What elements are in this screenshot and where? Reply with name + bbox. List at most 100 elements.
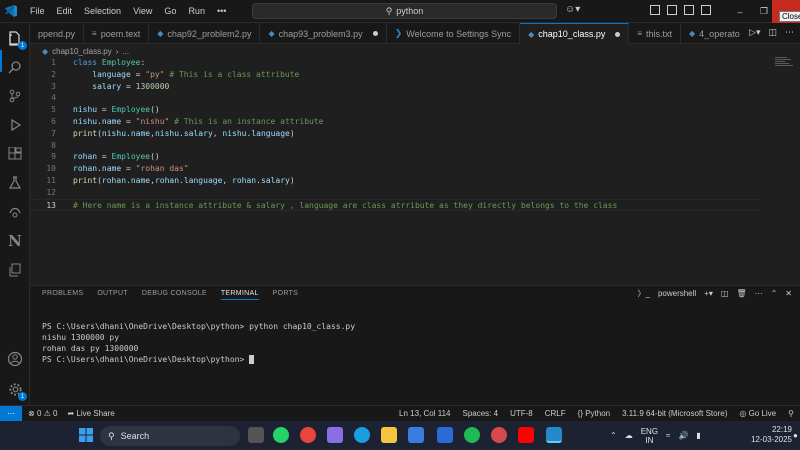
kill-terminal-icon[interactable]: 🗑 [736, 289, 746, 298]
minimap[interactable] [775, 57, 795, 77]
menu-run[interactable]: Run [182, 0, 211, 23]
cursor-position[interactable]: Ln 13, Col 114 [399, 409, 450, 418]
code-line[interactable]: 12 [30, 187, 760, 199]
source-control-icon[interactable] [5, 86, 25, 106]
copy-pages-icon[interactable] [5, 260, 25, 280]
code-line[interactable]: 2 language = "py" # This is a class attr… [30, 69, 760, 81]
run-python-file-icon[interactable]: ▷▾ [749, 27, 760, 38]
taskbar-clock[interactable]: 22:19 12-03-2025 [748, 425, 792, 445]
tab-welcome-settings-sync[interactable]: ❯ Welcome to Settings Sync [387, 23, 521, 44]
menu-edit[interactable]: Edit [51, 0, 79, 23]
toggle-primary-sidebar-icon[interactable] [650, 5, 660, 15]
menu-view[interactable]: View [127, 0, 158, 23]
remote-explorer-icon[interactable] [5, 202, 25, 222]
code-line[interactable]: 13 # Here name is a instance attribute & … [30, 198, 760, 211]
breadcrumb-file[interactable]: chap10_class.py [52, 47, 112, 56]
remote-indicator-icon[interactable]: ⋯ [0, 405, 22, 422]
toggle-secondary-sidebar-icon[interactable] [684, 5, 694, 15]
cloud-icon[interactable]: ☁ [625, 431, 633, 440]
go-live[interactable]: ◎ Go Live [739, 409, 776, 418]
tab-output[interactable]: OUTPUT [97, 290, 128, 300]
code-line[interactable]: 9 rohan = Employee() [30, 151, 760, 163]
youtube-icon[interactable] [518, 427, 534, 443]
copilot-app-icon[interactable] [327, 427, 343, 443]
notion-n-icon[interactable]: N [5, 231, 25, 251]
split-editor-icon[interactable]: ◫ [768, 27, 777, 38]
indentation[interactable]: Spaces: 4 [463, 409, 499, 418]
battery-icon[interactable]: ▮ [696, 431, 700, 440]
unsaved-dot-icon[interactable] [615, 31, 621, 37]
tab-ppend[interactable]: ppend.py [30, 23, 85, 44]
chrome-icon[interactable] [300, 427, 316, 443]
tab-this-txt[interactable]: ≡ this.txt [629, 23, 682, 44]
menu-more[interactable]: ••• [211, 0, 232, 23]
live-share-status[interactable]: ➦ Live Share [67, 409, 114, 418]
code-line[interactable]: 7 print(nishu.name,nishu.salary, nishu.la… [30, 128, 760, 140]
taskbar-search[interactable]: ⚲ Search [100, 426, 240, 446]
customize-layout-icon[interactable] [701, 5, 711, 15]
language-mode[interactable]: {} Python [578, 409, 610, 418]
code-line[interactable]: 4 [30, 92, 760, 104]
testing-flask-icon[interactable] [5, 173, 25, 193]
run-debug-icon[interactable] [5, 115, 25, 135]
breadcrumb-more[interactable]: ... [122, 47, 129, 56]
code-line[interactable]: 6 nishu.name = "nishu" # This is an insta… [30, 116, 760, 128]
code-line[interactable]: 8 [30, 140, 760, 152]
wifi-icon[interactable]: ≈ [666, 431, 670, 440]
tab-terminal[interactable]: TERMINAL [220, 290, 259, 300]
explorer-icon[interactable]: 1 [5, 28, 27, 50]
new-terminal-icon[interactable]: +▾ [704, 289, 713, 298]
tray-chevron-up-icon[interactable]: ⌃ [610, 431, 617, 440]
tab-debug-console[interactable]: DEBUG CONSOLE [142, 290, 207, 300]
whatsapp-icon[interactable] [273, 427, 289, 443]
python-interpreter[interactable]: 3.11.9 64-bit (Microsoft Store) [622, 409, 727, 418]
close-panel-icon[interactable]: ✕ [785, 289, 792, 298]
tab-operators[interactable]: ◆ 4_operato [681, 23, 748, 44]
notification-center-icon[interactable]: ● [793, 431, 798, 440]
unsaved-dot-icon[interactable] [372, 31, 378, 36]
code-line[interactable]: 11 print(rohan.name,rohan.language, rohan… [30, 175, 760, 187]
copilot-icon[interactable]: ☺▾ [565, 4, 580, 15]
more-actions-icon[interactable]: ⋯ [785, 27, 794, 38]
chevron-up-icon[interactable]: ⌃ [771, 289, 778, 298]
search-sidebar-icon[interactable] [5, 57, 25, 77]
terminal-shell-name[interactable]: powershell [658, 289, 696, 298]
language-indicator[interactable]: ENG IN [641, 427, 658, 445]
problems-status[interactable]: ⊗ 0 ⚠ 0 [28, 409, 57, 418]
account-icon[interactable] [5, 349, 25, 369]
file-explorer-icon[interactable] [381, 427, 397, 443]
code-line[interactable]: 3 salary = 1300000 [30, 81, 760, 93]
speaker-icon[interactable]: 🔊 [678, 431, 688, 440]
vscode-taskbar-icon[interactable] [546, 427, 562, 443]
spotify-icon[interactable] [464, 427, 480, 443]
tab-chap92[interactable]: ◆ chap92_problem2.py [149, 23, 261, 44]
task-view-icon[interactable] [248, 427, 264, 443]
tab-poem[interactable]: ≡ poem.text [84, 23, 150, 44]
menu-selection[interactable]: Selection [78, 0, 127, 23]
minimize-button[interactable]: – [728, 0, 752, 23]
code-line[interactable]: 1 class Employee: [30, 57, 760, 69]
code-editor[interactable]: 1 class Employee: 2 language = "py" # This… [30, 57, 800, 285]
code-line[interactable]: 10 rohan.name = "rohan das" [30, 163, 760, 175]
tab-ports[interactable]: PORTS [273, 290, 299, 300]
more-actions-icon[interactable]: ⋯ [755, 289, 763, 298]
chrome-profile-icon[interactable] [491, 427, 507, 443]
menu-file[interactable]: File [24, 0, 51, 23]
extensions-icon[interactable] [5, 144, 25, 164]
manage-gear-icon[interactable]: 1 [5, 379, 27, 401]
end-of-line[interactable]: CRLF [545, 409, 566, 418]
tab-chap93[interactable]: ◆ chap93_problem3.py [260, 23, 387, 44]
app-icon[interactable] [437, 427, 453, 443]
tab-problems[interactable]: PROBLEMS [42, 290, 83, 300]
toggle-panel-icon[interactable] [667, 5, 677, 15]
command-center-search[interactable]: ⚲ python [252, 3, 557, 19]
encoding[interactable]: UTF-8 [510, 409, 533, 418]
code-line[interactable]: 5 nishu = Employee() [30, 104, 760, 116]
tab-chap10-class[interactable]: ◆ chap10_class.py [520, 23, 630, 44]
notifications-bell-icon[interactable]: ⚲ [788, 409, 794, 418]
terminal-output[interactable]: PS C:\Users\dhani\OneDrive\Desktop\pytho… [42, 310, 355, 387]
split-terminal-icon[interactable]: ◫ [721, 289, 729, 298]
windows-start-icon[interactable] [78, 427, 94, 443]
menu-go[interactable]: Go [158, 0, 182, 23]
microsoft-store-icon[interactable] [408, 427, 424, 443]
